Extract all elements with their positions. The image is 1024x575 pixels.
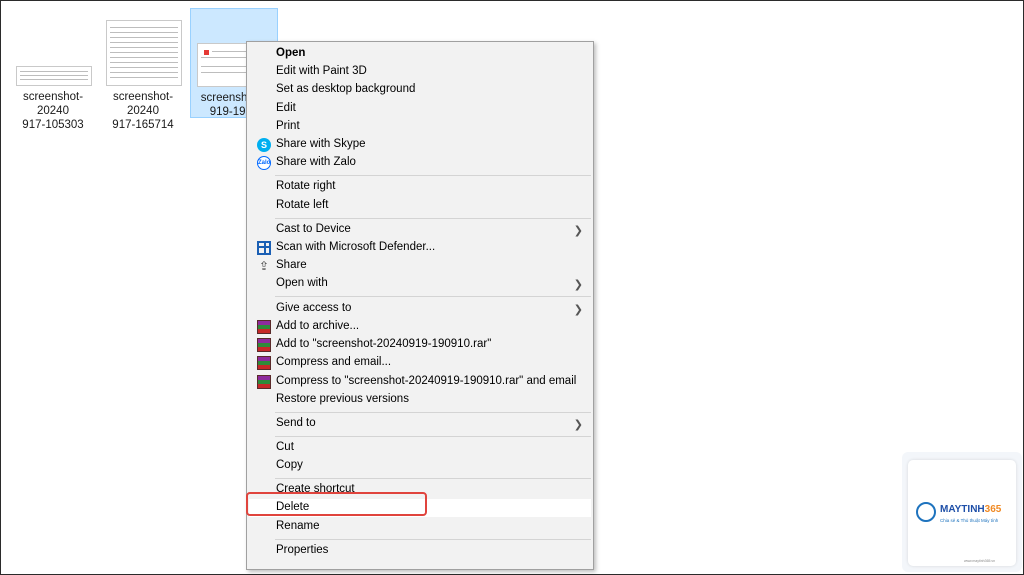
menu-item-rename[interactable]: Rename [249,518,591,536]
menu-separator [275,296,591,297]
watermark-tagline: Chia sẻ & Thủ thuật Máy tính [940,518,999,523]
menu-item-label: Send to [276,417,316,429]
menu-item-label: Rename [276,520,320,532]
chevron-right-icon: ❯ [573,304,583,316]
menu-item-add-to-rar[interactable]: Add to "screenshot-20240919-190910.rar" [249,336,591,354]
file-name-line: 917-165714 [112,119,174,131]
menu-item-compress-and-email[interactable]: Compress and email... [249,354,591,372]
menu-item-label: Add to archive... [276,320,360,332]
menu-separator [275,412,591,413]
menu-item-label: Edit [276,102,296,114]
zalo-icon: Zalo [257,156,271,170]
watermark-brand: MAYTINH365 [940,504,1001,515]
menu-item-label: Rotate left [276,199,329,211]
menu-item-label: Add to "screenshot-20240919-190910.rar" [276,338,492,350]
menu-item-label: Restore previous versions [276,393,409,405]
menu-item-share-with-zalo[interactable]: Zalo Share with Zalo [249,154,591,172]
maytinh365-logo-icon [916,502,936,522]
menu-item-label: Compress and email... [276,356,392,368]
watermark-inner: MAYTINH365 Chia sẻ & Thủ thuật Máy tính … [908,460,1016,566]
menu-item-restore-previous-versions[interactable]: Restore previous versions [249,391,591,409]
file-name-line: screenshot-20240 [22,91,84,117]
menu-item-share[interactable]: ⇪ Share [249,257,591,275]
menu-item-label: Print [276,120,300,132]
menu-separator [275,539,591,540]
winrar-icon [257,338,271,352]
brand-accent-text: 365 [984,504,1002,515]
menu-item-label: Edit with Paint 3D [276,65,367,77]
menu-item-label: Give access to [276,302,352,314]
menu-item-label: Share with Zalo [276,156,356,168]
file-name-line: 917-105303 [22,119,84,131]
menu-item-print[interactable]: Print [249,118,591,136]
desktop-file-icon[interactable]: screenshot-20240 917-105303 [10,14,96,131]
file-name: screenshot-20240 917-165714 [100,90,186,132]
file-name: screenshot-20240 917-105303 [10,90,96,132]
share-icon: ⇪ [258,259,270,273]
menu-item-set-as-desktop-background[interactable]: Set as desktop background [249,81,591,99]
watermark-card: MAYTINH365 Chia sẻ & Thủ thuật Máy tính … [902,452,1022,572]
menu-item-label: Scan with Microsoft Defender... [276,241,436,253]
menu-item-label: Set as desktop background [276,83,416,95]
menu-item-send-to[interactable]: Send to ❯ [249,415,591,433]
menu-item-edit-with-paint-3d[interactable]: Edit with Paint 3D [249,63,591,81]
menu-item-give-access-to[interactable]: Give access to ❯ [249,300,591,318]
menu-separator [275,478,591,479]
menu-item-share-with-skype[interactable]: S Share with Skype [249,136,591,154]
desktop-file-icon[interactable]: screenshot-20240 917-165714 [100,14,186,131]
menu-item-scan-with-microsoft-defender[interactable]: Scan with Microsoft Defender... [249,239,591,257]
menu-item-rotate-right[interactable]: Rotate right [249,178,591,196]
skype-icon: S [257,138,271,152]
menu-item-label: Copy [276,459,303,471]
menu-item-rotate-left[interactable]: Rotate left [249,197,591,215]
winrar-icon [257,375,271,389]
image-thumbnail [106,20,182,86]
menu-item-open-with[interactable]: Open with ❯ [249,275,591,293]
menu-item-open[interactable]: Open [249,45,591,63]
menu-item-add-to-archive[interactable]: Add to archive... [249,318,591,336]
menu-item-label: Rotate right [276,180,336,192]
file-name-line: screenshot-20240 [112,91,174,117]
menu-item-edit[interactable]: Edit [249,100,591,118]
menu-item-label: Cast to Device [276,223,351,235]
context-menu: Open Edit with Paint 3D Set as desktop b… [246,41,594,570]
menu-item-label: Compress to "screenshot-20240919-190910.… [276,375,577,387]
menu-item-label: Share [276,259,307,271]
brand-main-text: MAYTINH [940,504,985,515]
menu-item-label: Share with Skype [276,138,366,150]
winrar-icon [257,356,271,370]
menu-item-label: Open [276,47,306,59]
menu-item-label: Properties [276,544,329,556]
menu-item-copy[interactable]: Copy [249,457,591,475]
delete-highlight-box [246,492,427,516]
microsoft-defender-icon [257,241,271,255]
menu-separator [275,436,591,437]
menu-item-properties[interactable]: Properties [249,542,591,560]
menu-item-compress-to-rar-and-email[interactable]: Compress to "screenshot-20240919-190910.… [249,373,591,391]
chevron-right-icon: ❯ [573,225,583,237]
menu-item-label: Open with [276,277,328,289]
menu-separator [275,218,591,219]
menu-separator [275,175,591,176]
chevron-right-icon: ❯ [573,419,583,431]
winrar-icon [257,320,271,334]
chevron-right-icon: ❯ [573,279,583,291]
image-thumbnail [16,66,92,86]
watermark-url: www.maytinh365.vn [964,559,996,563]
menu-item-label: Cut [276,441,294,453]
menu-item-cast-to-device[interactable]: Cast to Device ❯ [249,221,591,239]
menu-item-cut[interactable]: Cut [249,439,591,457]
